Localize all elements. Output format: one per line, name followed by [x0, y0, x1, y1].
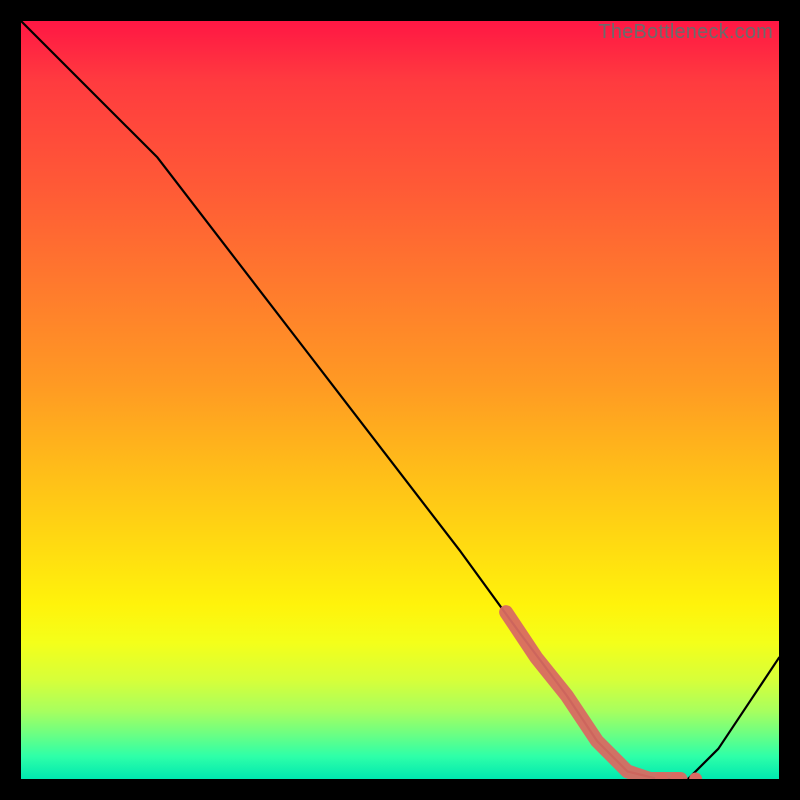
optimal-dot: [689, 773, 702, 780]
curve-overlay: [21, 21, 779, 779]
plot-area: TheBottleneck.com: [21, 21, 779, 779]
optimal-range-highlight: [506, 612, 680, 779]
chart-frame: TheBottleneck.com: [0, 0, 800, 800]
watermark-text: TheBottleneck.com: [598, 21, 773, 44]
bottleneck-curve: [21, 21, 779, 779]
